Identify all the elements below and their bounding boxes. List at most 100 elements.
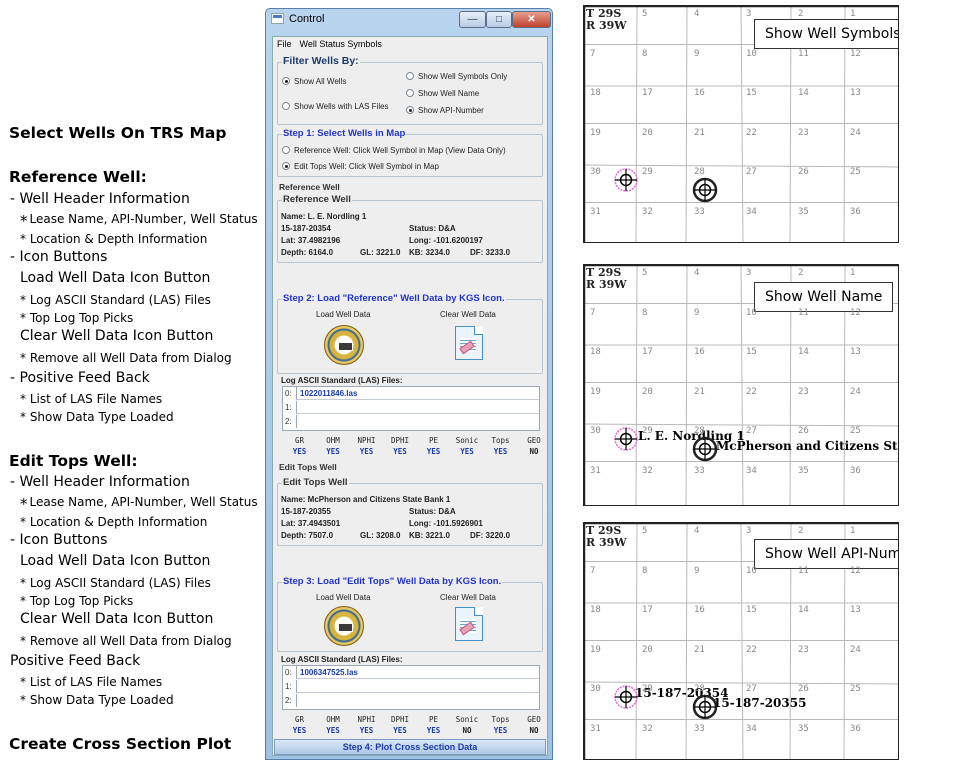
section-number: 21 <box>694 127 705 138</box>
section-number: 4 <box>694 268 700 278</box>
window-client: File Well Status Symbols Filter Wells By:… <box>272 36 548 756</box>
edit-status: Status: D&A <box>409 507 456 516</box>
well-symbol-ref[interactable] <box>611 165 641 195</box>
curve-label-tops: Tops <box>491 715 510 724</box>
note-ref-list-las: * List of LAS File Names <box>20 392 163 406</box>
note-edit-list-las: * List of LAS File Names <box>20 675 163 689</box>
ref-las-file[interactable]: 1022011846.las <box>296 387 539 400</box>
curve-status-pe: YES <box>426 726 441 735</box>
radio-show-all-wells[interactable]: Show All Wells <box>282 77 346 87</box>
kgs-load-well-data-icon[interactable] <box>324 325 364 365</box>
curve-label-nphi: NPHI <box>357 715 376 724</box>
section-number: 20 <box>642 644 653 655</box>
menu-file[interactable]: File <box>277 39 292 49</box>
well-symbol-ref[interactable] <box>611 682 641 712</box>
note-ref-top-picks: * Top Log Top Picks <box>20 311 134 325</box>
section-number: 36 <box>850 723 861 734</box>
section-number: 13 <box>850 347 861 357</box>
section-number: 23 <box>798 386 809 397</box>
ref-data-type-indicators: GR YES OHM YES NPHI YES DPHI YES PE YES Sonic YES To… <box>283 436 543 458</box>
title-bar[interactable]: Control — □ ✕ <box>266 9 552 31</box>
section-number: 27 <box>746 426 757 436</box>
plot-cross-section-button[interactable]: Step 4: Plot Cross Section Data <box>274 739 546 755</box>
well-symbol-edit[interactable] <box>690 175 720 205</box>
section-number: 13 <box>850 88 861 98</box>
section-number: 25 <box>850 167 861 177</box>
section-number: 4 <box>694 526 700 536</box>
maximize-button[interactable]: □ <box>486 11 512 28</box>
edit-las-list[interactable]: 0: 1006347525.las 1: 2: <box>282 665 540 710</box>
close-button[interactable]: ✕ <box>512 11 551 28</box>
section-number: 36 <box>850 465 861 476</box>
section-number: 36 <box>850 206 861 217</box>
section-number: 9 <box>694 307 700 318</box>
ref-las-row[interactable]: 0: 1022011846.las <box>283 387 539 400</box>
section-number: 22 <box>746 127 757 138</box>
section-number: 35 <box>798 206 809 217</box>
township-range-label: T 29S R 39W <box>586 266 627 291</box>
section-number: 21 <box>694 386 705 397</box>
edit-las-row[interactable]: 1: <box>283 680 539 693</box>
ref-las-row[interactable]: 1: <box>283 401 539 414</box>
radio-show-well-name[interactable]: Show Well Name <box>406 89 479 99</box>
section-number: 32 <box>642 206 653 217</box>
section-number: 4 <box>694 9 700 19</box>
heading-select-wells: Select Wells On TRS Map <box>9 124 227 142</box>
radio-show-api-number[interactable]: Show API-Number <box>406 106 484 116</box>
step3-group: Step 3: Load "Edit Tops" Well Data by KG… <box>277 576 543 652</box>
section-number: 9 <box>694 565 700 576</box>
section-number: 12 <box>850 307 861 318</box>
edit-section-title: Edit Tops Well <box>279 462 337 472</box>
menu-well-status-symbols[interactable]: Well Status Symbols <box>300 39 382 49</box>
well-symbol-ref[interactable] <box>611 424 641 454</box>
radio-edit-tops-well[interactable]: Edit Tops Well: Click Well Symbol in Map <box>282 162 439 172</box>
section-number: 29 <box>642 167 653 177</box>
edit-tops-well-group: Edit Tops Well Name: McPherson and Citiz… <box>277 477 543 546</box>
note-edit-lease: * Lease Name, API-Number, Well Status <box>20 495 258 513</box>
well-symbol-edit[interactable] <box>690 692 720 722</box>
map-label-edit-name: McPherson and Citizens State Bank 1 <box>716 439 898 453</box>
trs-map-api[interactable]: Show Well API-Number 15-187-20354 15-187… <box>583 522 899 760</box>
curve-label-dphi: DPHI <box>390 436 410 445</box>
radio-show-well-symbols[interactable]: Show Well Symbols Only <box>406 72 507 82</box>
ref-las-group: Log ASCII Standard (LAS) Files: 0: 102201… <box>277 376 543 459</box>
trs-map-names[interactable]: Show Well Name L. E. Nordling 1 McPherso… <box>583 264 899 506</box>
section-number: 1 <box>850 268 856 278</box>
section-number: 29 <box>642 426 653 436</box>
section-number: 24 <box>850 644 861 655</box>
section-number: 24 <box>850 386 861 397</box>
menu-bar: File Well Status Symbols <box>273 37 547 53</box>
section-number: 9 <box>694 48 700 59</box>
section-number: 18 <box>590 605 601 615</box>
edit-las-file[interactable]: 1006347525.las <box>296 666 539 679</box>
step2-group: Step 2: Load "Reference" Well Data by KG… <box>277 293 543 374</box>
reference-group-title: Reference Well <box>282 194 352 206</box>
radio-reference-well[interactable]: Reference Well: Click Well Symbol in Map… <box>282 146 506 156</box>
step2-title: Step 2: Load "Reference" Well Data by KG… <box>282 293 506 305</box>
curve-status-gr: YES <box>292 447 307 456</box>
well-symbol-edit[interactable] <box>690 434 720 464</box>
section-number: 23 <box>798 127 809 138</box>
ref-las-row[interactable]: 2: <box>283 415 539 428</box>
trs-map-symbols[interactable]: Show Well Symbols Only 54321789101112181… <box>583 5 899 243</box>
edit-las-row[interactable]: 0: 1006347525.las <box>283 666 539 679</box>
edit-las-group: Log ASCII Standard (LAS) Files: 0: 100634… <box>277 655 543 738</box>
kgs-load-well-data-icon[interactable] <box>324 606 364 646</box>
section-number: 17 <box>642 347 653 357</box>
section-number: 12 <box>850 48 861 59</box>
section-number: 33 <box>694 465 705 476</box>
minimize-button[interactable]: — <box>459 11 486 28</box>
section-number: 7 <box>590 48 596 59</box>
curve-label-ohm: OHM <box>326 436 340 445</box>
section-number: 8 <box>642 565 648 576</box>
curve-label-geo: GEO <box>527 715 541 724</box>
tag-show-well-api: Show Well API-Number <box>754 539 898 569</box>
radio-show-wells-with-las[interactable]: Show Wells with LAS Files <box>282 102 389 112</box>
edit-las-row[interactable]: 2: <box>283 694 539 707</box>
section-number: 11 <box>798 565 809 576</box>
section-number: 16 <box>694 88 705 98</box>
ref-las-list[interactable]: 0: 1022011846.las 1: 2: <box>282 386 540 431</box>
note-edit-load-button: Load Well Data Icon Button <box>20 553 211 569</box>
note-edit-feedback: Positive Feed Back <box>10 653 141 669</box>
section-number: 7 <box>590 565 596 576</box>
